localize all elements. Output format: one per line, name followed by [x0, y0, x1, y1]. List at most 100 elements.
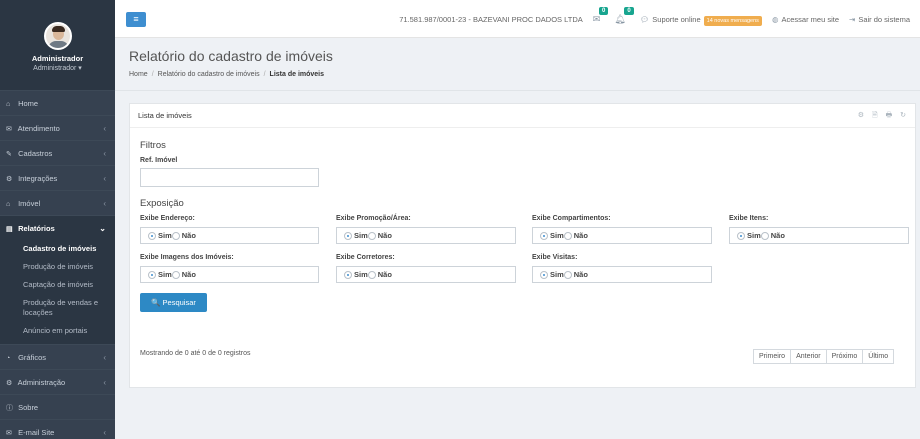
option-label-endereco: Exibe Endereço: — [140, 215, 195, 222]
sidebar-item-email-site[interactable]: ✉ E-mail Site ‹ — [0, 419, 115, 439]
company-label: 71.581.987/0001-23 - BAZEVANI PROC DADOS… — [399, 14, 583, 24]
support-label: Suporte online — [652, 14, 701, 24]
portlet-tools-icons[interactable]: ⚙ 🗎 🖶 ↻ — [858, 104, 909, 128]
chevron-left-icon: ‹ — [103, 149, 106, 158]
bell-notifications[interactable]: 🔔︎ 0 — [614, 6, 634, 25]
sidebar: Administrador Administrador ▾ ⌂ Home ✉ A… — [0, 0, 115, 439]
chevron-left-icon: ‹ — [103, 124, 106, 133]
radio-group-endereco: Sim Não — [140, 227, 319, 244]
mail-badge: 0 — [598, 6, 609, 15]
logout-link[interactable]: ⇥ Sair do sistema — [849, 15, 910, 24]
sidebar-item-label: Home — [18, 99, 39, 108]
sidebar-item-home[interactable]: ⌂ Home — [0, 90, 115, 115]
chevron-left-icon: ‹ — [103, 199, 106, 208]
pager-last-button[interactable]: Último — [862, 350, 894, 363]
pager-previous-button[interactable]: Anterior — [790, 350, 826, 363]
pager-first-button[interactable]: Primeiro — [754, 350, 791, 363]
radio-group-itens: Sim Não — [729, 227, 909, 244]
logout-label: Sair do sistema — [858, 14, 910, 24]
profile-panel: Administrador Administrador ▾ — [0, 0, 115, 90]
sidebar-item-atendimento[interactable]: ✉ Atendimento ‹ — [0, 115, 115, 140]
support-badge: 14 novas mensagens — [703, 15, 762, 26]
globe-icon: ◍ — [771, 14, 779, 24]
sidebar-item-sobre[interactable]: ⓘ Sobre — [0, 394, 115, 419]
option-label-visitas: Exibe Visitas: — [532, 254, 578, 261]
sidebar-item-label: Integrações — [18, 174, 58, 183]
home-icon: ⌂ — [6, 101, 11, 108]
bell-badge: 0 — [624, 6, 634, 15]
envelope-icon: ✉ — [6, 430, 12, 437]
sidebar-item-label: Imóvel — [18, 199, 41, 208]
sidebar-item-label: Cadastros — [18, 149, 53, 158]
chevron-left-icon: ‹ — [103, 378, 106, 387]
topbar-right: 71.581.987/0001-23 - BAZEVANI PROC DADOS… — [399, 0, 920, 38]
breadcrumb: Home / Relatório do cadastro de imóveis / Li… — [129, 71, 325, 78]
sidebar-submenu-relatorios: Cadastro de imóveis Produção de imóveis … — [0, 240, 115, 344]
radio-nao[interactable] — [563, 270, 572, 279]
breadcrumb-current: Lista de imóveis — [269, 71, 325, 78]
sidebar-item-label: Relatórios — [18, 224, 55, 233]
radio-sim[interactable] — [148, 231, 156, 240]
profile-role-dropdown[interactable]: Administrador ▾ — [0, 64, 115, 72]
pager-next-button[interactable]: Próximo — [825, 350, 863, 363]
avatar[interactable] — [43, 22, 72, 50]
portlet-title: Lista de imóveis — [138, 111, 192, 120]
results-info: Mostrando de 0 até 0 de 0 registros — [140, 350, 251, 357]
radio-sim[interactable] — [737, 231, 745, 240]
option-label-compartimentos: Exibe Compartimentos: — [532, 215, 611, 222]
info-icon: ⓘ — [6, 405, 13, 412]
topbar: ≡ 71.581.987/0001-23 - BAZEVANI PROC DAD… — [115, 0, 920, 38]
chevron-down-icon: ⌄ — [99, 224, 106, 233]
radio-sim[interactable] — [344, 231, 352, 240]
chevron-left-icon: ‹ — [103, 174, 106, 183]
sidebar-item-integracoes[interactable]: ⚙ Integrações ‹ — [0, 165, 115, 190]
radio-sim[interactable] — [344, 270, 352, 279]
header-divider — [115, 90, 920, 91]
mail-notifications[interactable]: ✉ 0 — [593, 6, 609, 25]
search-icon: 🔍 — [151, 298, 161, 307]
breadcrumb-report[interactable]: Relatório do cadastro de imóveis — [158, 71, 260, 78]
chart-icon: ◔ — [6, 355, 11, 362]
sidebar-item-administracao[interactable]: ⚙ Administração ‹ — [0, 369, 115, 394]
sidebar-item-graficos[interactable]: ◔ Gráficos ‹ — [0, 344, 115, 369]
radio-nao[interactable] — [171, 231, 180, 240]
home-icon: ⌂ — [6, 201, 11, 208]
radio-sim[interactable] — [148, 270, 156, 279]
sidebar-item-label: Atendimento — [17, 124, 60, 133]
ref-imovel-input[interactable] — [140, 168, 319, 187]
option-label-imagens: Exibe Imagens dos Imóveis: — [140, 254, 234, 261]
sidebar-subitem-producao-imoveis[interactable]: Produção de imóveis — [0, 258, 115, 276]
radio-sim[interactable] — [540, 231, 548, 240]
radio-nao[interactable] — [171, 270, 180, 279]
radio-nao[interactable] — [367, 270, 376, 279]
breadcrumb-home[interactable]: Home — [129, 71, 148, 78]
radio-sim[interactable] — [540, 270, 548, 279]
sidebar-item-label: Administração — [17, 378, 66, 387]
radio-group-corretores: Sim Não — [336, 266, 516, 283]
radio-nao[interactable] — [760, 231, 769, 240]
sidebar-item-imovel[interactable]: ⌂ Imóvel ‹ — [0, 190, 115, 215]
book-icon: ▤ — [6, 226, 13, 233]
radio-group-promocao: Sim Não — [336, 227, 516, 244]
sidebar-item-cadastros[interactable]: ✎ Cadastros ‹ — [0, 140, 115, 165]
option-label-promocao: Exibe Promoção/Área: — [336, 215, 411, 222]
radio-nao[interactable] — [563, 231, 572, 240]
sidebar-subitem-captacao-imoveis[interactable]: Captação de imóveis — [0, 276, 115, 294]
support-online-link[interactable]: 💬︎ Suporte online 14 novas mensagens — [639, 14, 762, 26]
sidebar-subitem-producao-vendas[interactable]: Produção de vendas e locações — [0, 294, 115, 322]
menu-toggle-button[interactable]: ≡ — [126, 12, 146, 27]
radio-nao[interactable] — [367, 231, 376, 240]
logout-icon: ⇥ — [849, 14, 856, 24]
visit-site-link[interactable]: ◍ Acessar meu site — [772, 15, 839, 24]
sidebar-item-relatorios[interactable]: ▤ Relatórios ⌄ — [0, 215, 115, 240]
search-button[interactable]: 🔍 Pesquisar — [140, 293, 207, 312]
chat-icon: 💬︎ — [639, 14, 650, 24]
sidebar-item-label: Sobre — [18, 403, 39, 412]
visit-site-label: Acessar meu site — [781, 14, 840, 24]
wrench-icon: ✎ — [6, 151, 12, 158]
search-button-label: Pesquisar — [162, 298, 196, 307]
sidebar-subitem-cadastro-imoveis[interactable]: Cadastro de imóveis — [0, 240, 115, 258]
portlet-header: Lista de imóveis ⚙ 🗎 🖶 ↻ — [130, 104, 915, 128]
chevron-left-icon: ‹ — [103, 428, 106, 437]
sidebar-subitem-anuncio-portais[interactable]: Anúncio em portais — [0, 322, 115, 340]
